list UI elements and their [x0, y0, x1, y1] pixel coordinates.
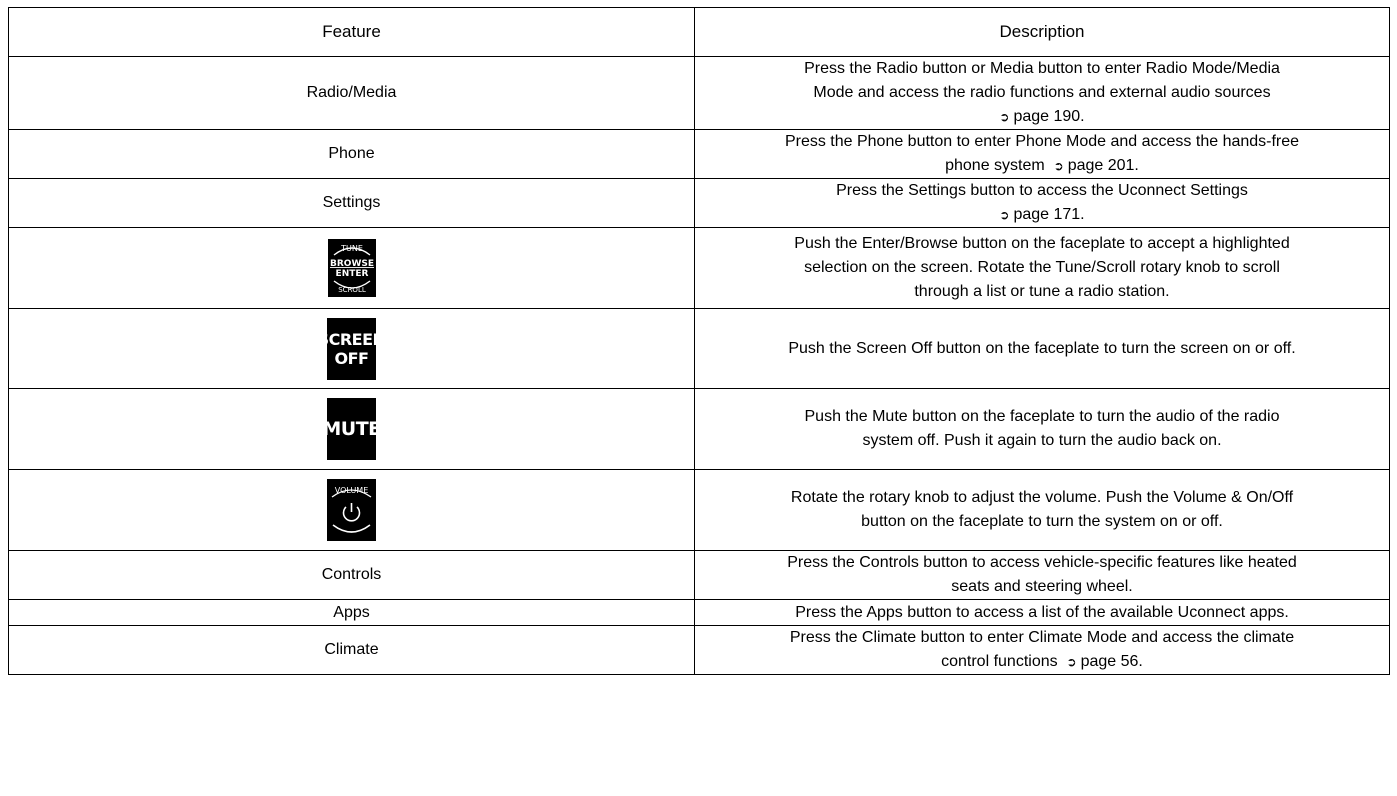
table-row: Climate Press the Climate button to ente…	[8, 625, 1390, 675]
feature-icon-cell: SCREEN OFF	[8, 308, 695, 389]
table-header-row: Feature Description	[8, 7, 1390, 57]
description-cell: Press the Controls button to access vehi…	[694, 550, 1390, 600]
description-cell: Rotate the rotary knob to adjust the vol…	[694, 469, 1390, 551]
page-ref[interactable]: ➲ page 190.	[999, 108, 1084, 125]
feature-climate: Climate	[8, 625, 695, 675]
table-row: Settings Press the Settings button to ac…	[8, 178, 1390, 228]
description-cell: Press the Climate button to enter Climat…	[694, 625, 1390, 675]
description-cell: Push the Screen Off button on the facepl…	[694, 308, 1390, 389]
page-ref[interactable]: ➲ page 56.	[1062, 653, 1143, 670]
feature-controls: Controls	[8, 550, 695, 600]
volume-power-knob-icon: VOLUME	[327, 479, 376, 541]
arrow-right-icon: ➲	[999, 110, 1010, 124]
knob-label-top: TUNE	[340, 244, 363, 253]
feature-icon-cell: TUNE BROWSE ENTER SCROLL	[8, 227, 695, 309]
header-description: Description	[694, 7, 1390, 57]
knob-label-bottom: SCROLL	[338, 286, 366, 294]
description-cell: Press the Radio button or Media button t…	[694, 56, 1390, 130]
description-cell: Push the Enter/Browse button on the face…	[694, 227, 1390, 309]
knob-label-mid2: ENTER	[335, 269, 368, 279]
feature-icon-cell: VOLUME	[8, 469, 695, 551]
table-row: Phone Press the Phone button to enter Ph…	[8, 129, 1390, 179]
arrow-right-icon: ➲	[1066, 655, 1077, 669]
mute-button-icon: MUTE	[322, 398, 381, 460]
screen-off-button-icon: SCREEN OFF	[318, 317, 386, 380]
description-cell: Push the Mute button on the faceplate to…	[694, 388, 1390, 470]
feature-apps: Apps	[8, 599, 695, 626]
table-row: VOLUME Rotate the rotary knob to adjust …	[8, 469, 1390, 551]
knob-label-mid1: BROWSE	[330, 259, 374, 269]
feature-settings: Settings	[8, 178, 695, 228]
table-row: Radio/Media Press the Radio button or Me…	[8, 56, 1390, 130]
page-ref[interactable]: ➲ page 171.	[999, 206, 1084, 223]
table-row: TUNE BROWSE ENTER SCROLL Push the Enter/…	[8, 227, 1390, 309]
table-row: Apps Press the Apps button to access a l…	[8, 599, 1390, 626]
feature-icon-cell: MUTE	[8, 388, 695, 470]
table-row: Controls Press the Controls button to ac…	[8, 550, 1390, 600]
features-table: Feature Description Radio/Media Press th…	[8, 7, 1390, 675]
table-row: MUTE Push the Mute button on the facepla…	[8, 388, 1390, 470]
arrow-right-icon: ➲	[999, 208, 1010, 222]
tune-browse-enter-scroll-knob-icon: TUNE BROWSE ENTER SCROLL	[327, 239, 376, 297]
volume-label: VOLUME	[335, 486, 369, 495]
description-cell: Press the Apps button to access a list o…	[694, 599, 1390, 626]
table-row: SCREEN OFF Push the Screen Off button on…	[8, 308, 1390, 389]
page-ref[interactable]: ➲ page 201.	[1049, 157, 1139, 174]
description-cell: Press the Phone button to enter Phone Mo…	[694, 129, 1390, 179]
feature-phone: Phone	[8, 129, 695, 179]
feature-radio-media: Radio/Media	[8, 56, 695, 130]
header-feature: Feature	[8, 7, 695, 57]
arrow-right-icon: ➲	[1053, 159, 1064, 173]
description-cell: Press the Settings button to access the …	[694, 178, 1390, 228]
